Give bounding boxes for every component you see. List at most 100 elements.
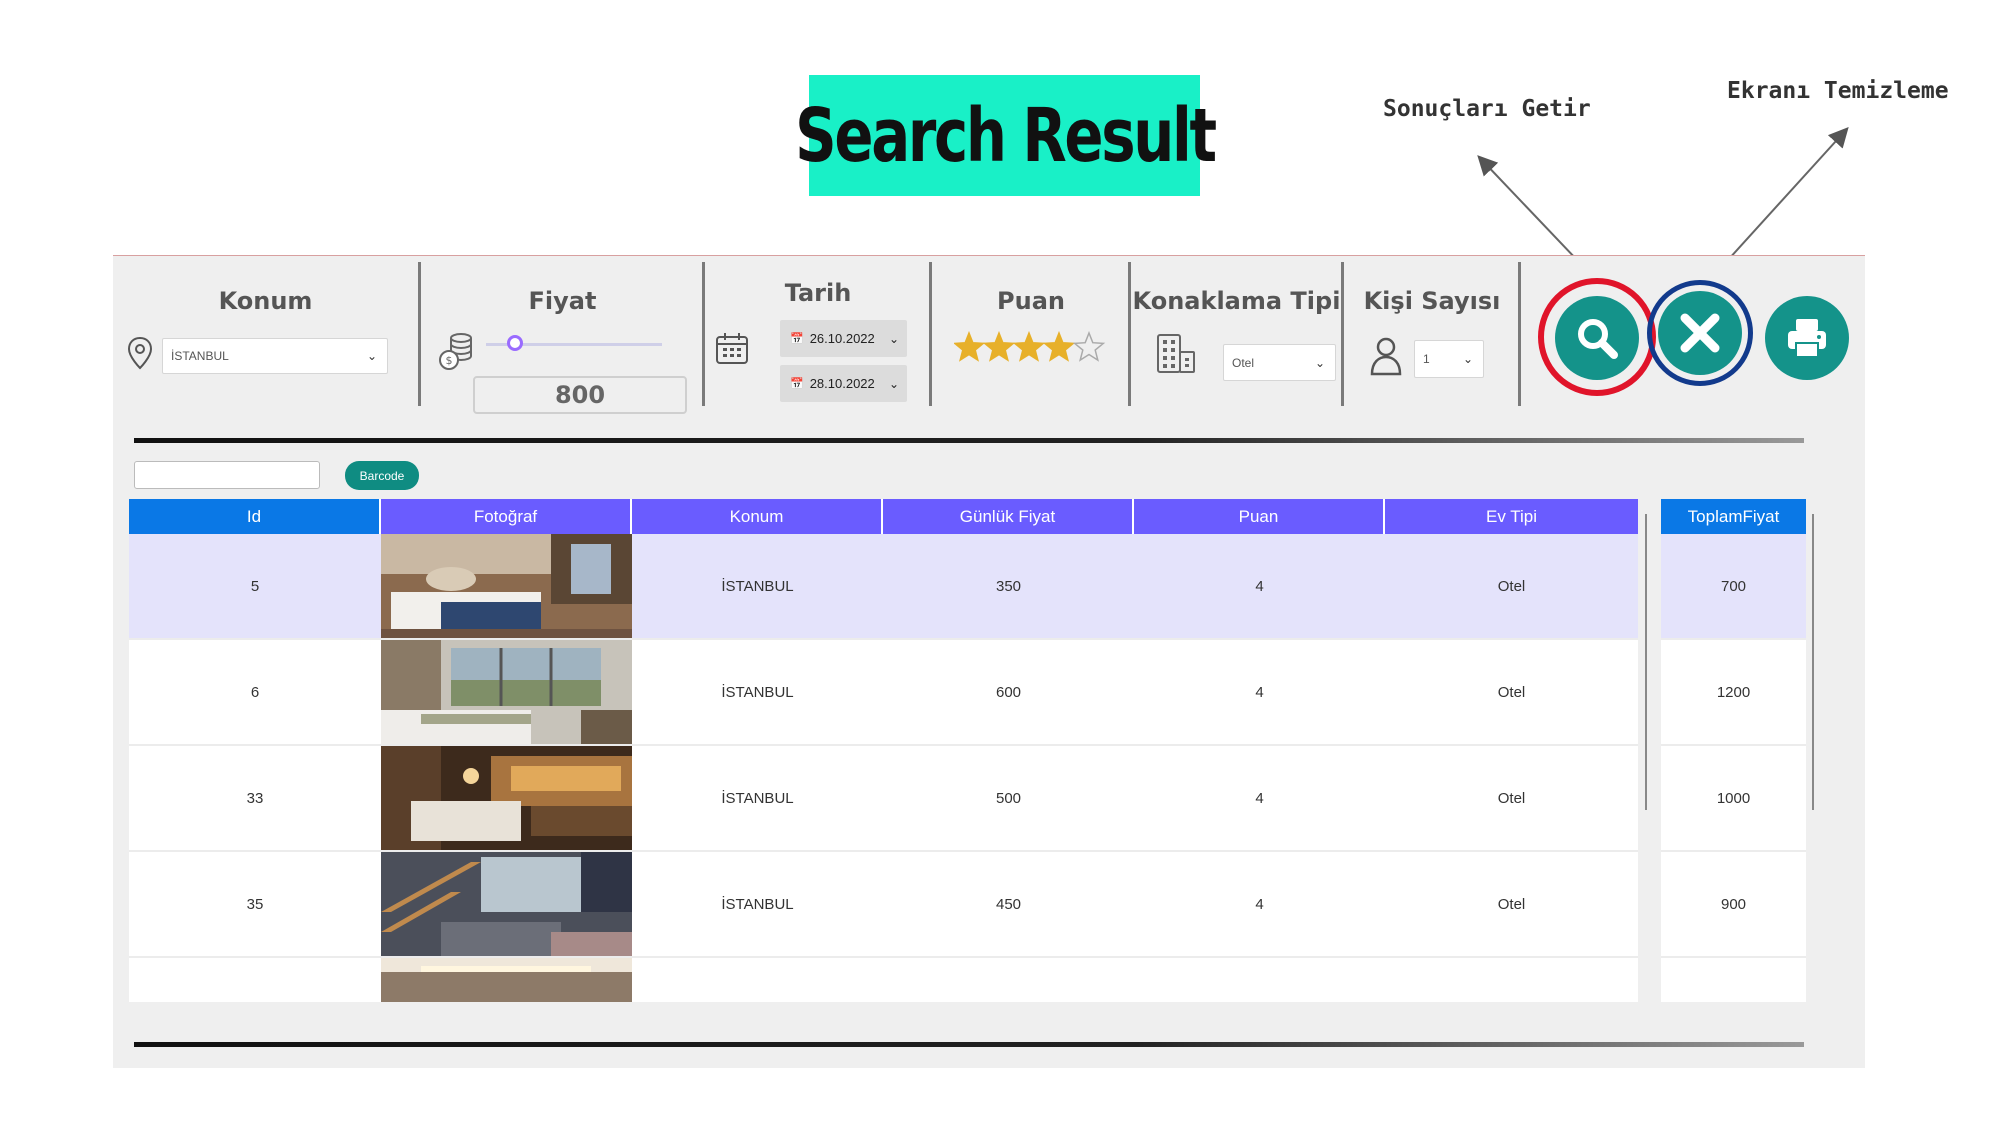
guest-count-value: 1 bbox=[1423, 352, 1430, 366]
end-date-picker[interactable]: 📅 28.10.2022 ⌄ bbox=[780, 365, 907, 402]
filter-rating: Puan bbox=[932, 262, 1130, 406]
cell-type: Otel bbox=[1497, 895, 1526, 913]
location-select[interactable]: İSTANBUL ⌄ bbox=[162, 338, 388, 374]
top-divider bbox=[134, 438, 1804, 443]
cell-location: İSTANBUL bbox=[721, 577, 794, 595]
star-filled-icon[interactable] bbox=[952, 330, 986, 362]
column-header-rating[interactable]: Puan bbox=[1134, 499, 1385, 534]
price-slider-thumb[interactable] bbox=[507, 335, 523, 351]
grid-header: Id Fotoğraf Konum Günlük Fiyat Puan Ev T… bbox=[129, 499, 1638, 534]
cell-id: 33 bbox=[246, 789, 264, 807]
cell-total-price: 700 bbox=[1720, 577, 1747, 595]
chevron-down-icon: ⌄ bbox=[366, 349, 377, 363]
chevron-down-icon: ⌄ bbox=[1462, 352, 1473, 366]
building-icon bbox=[1157, 334, 1195, 373]
grid-scrollbar[interactable] bbox=[1645, 514, 1647, 810]
clear-button[interactable] bbox=[1658, 291, 1742, 375]
cell-location: İSTANBUL bbox=[721, 789, 794, 807]
filter-guest-label: Kişi Sayısı bbox=[1363, 287, 1501, 315]
filter-location: Konum İSTANBUL ⌄ bbox=[113, 262, 418, 406]
hotel-photo bbox=[381, 534, 632, 638]
filter-guest-count: Kişi Sayısı 1 ⌄ bbox=[1344, 262, 1520, 406]
price-value-box[interactable]: 800 bbox=[473, 376, 687, 414]
search-icon bbox=[1578, 319, 1618, 359]
star-filled-icon[interactable] bbox=[1042, 330, 1076, 362]
totals-grid: ToplamFiyat 700 1200 1000 900 bbox=[1661, 499, 1806, 1002]
calendar-icon bbox=[716, 333, 748, 364]
accommodation-type-select[interactable]: Otel ⌄ bbox=[1223, 344, 1336, 381]
totals-row[interactable]: 700 bbox=[1661, 534, 1806, 640]
bottom-divider bbox=[134, 1042, 1804, 1047]
cell-daily-price: 500 bbox=[995, 789, 1022, 807]
table-row[interactable]: 35 İSTANBUL 450 4 Otel bbox=[129, 852, 1638, 958]
printer-icon bbox=[1788, 319, 1826, 358]
coins-icon: $ bbox=[439, 333, 472, 370]
cell-type: Otel bbox=[1497, 683, 1526, 701]
cell-total-price: 1000 bbox=[1716, 789, 1751, 807]
chevron-down-icon: ⌄ bbox=[888, 376, 899, 391]
cell-id: 6 bbox=[250, 683, 260, 701]
column-header-total-price[interactable]: ToplamFiyat bbox=[1661, 499, 1806, 534]
cell-location: İSTANBUL bbox=[721, 895, 794, 913]
hotel-photo bbox=[381, 746, 632, 850]
rating-stars[interactable] bbox=[952, 330, 1114, 365]
search-button[interactable] bbox=[1555, 296, 1639, 380]
column-header-type[interactable]: Ev Tipi bbox=[1385, 499, 1638, 534]
filter-date: Tarih 📅 26.10.2022 ⌄ 📅 28.10.2022 ⌄ bbox=[705, 262, 931, 406]
print-button[interactable] bbox=[1765, 296, 1849, 380]
column-header-photo[interactable]: Fotoğraf bbox=[381, 499, 632, 534]
calendar-small-icon: 📅 bbox=[790, 333, 804, 345]
cell-rating: 4 bbox=[1255, 577, 1264, 595]
table-row[interactable]: 33 İSTANBUL 500 4 Otel bbox=[129, 746, 1638, 852]
cell-rating: 4 bbox=[1255, 683, 1264, 701]
cell-location: İSTANBUL bbox=[721, 683, 794, 701]
totals-row[interactable]: 1000 bbox=[1661, 746, 1806, 852]
filter-accommodation-type: Konaklama Tipi Otel ⌄ bbox=[1131, 262, 1342, 406]
accommodation-type-value: Otel bbox=[1232, 355, 1255, 370]
cell-total-price: 1200 bbox=[1716, 683, 1751, 701]
table-row[interactable]: 6 İSTANBUL 600 4 Otel bbox=[129, 640, 1638, 746]
filter-price-label: Fiyat bbox=[528, 287, 597, 315]
location-pin-icon bbox=[127, 336, 153, 370]
column-header-daily-price[interactable]: Günlük Fiyat bbox=[883, 499, 1134, 534]
filter-price: Fiyat $ 800 bbox=[421, 262, 704, 414]
end-date-value: 28.10.2022 bbox=[809, 376, 875, 391]
table-row[interactable]: 5 İSTANBUL 350 4 Otel bbox=[129, 534, 1638, 640]
cell-rating: 4 bbox=[1255, 789, 1264, 807]
cell-type: Otel bbox=[1497, 789, 1526, 807]
cell-id: 5 bbox=[250, 577, 260, 595]
totals-row[interactable]: 1200 bbox=[1661, 640, 1806, 746]
price-slider[interactable] bbox=[486, 334, 662, 354]
filter-date-label: Tarih bbox=[784, 279, 852, 307]
barcode-button[interactable]: Barcode bbox=[345, 461, 419, 490]
cell-daily-price: 600 bbox=[995, 683, 1022, 701]
star-filled-icon[interactable] bbox=[1012, 330, 1046, 362]
price-value: 800 bbox=[554, 381, 606, 409]
start-date-picker[interactable]: 📅 26.10.2022 ⌄ bbox=[780, 320, 907, 357]
table-row-partial[interactable] bbox=[129, 958, 1638, 1002]
hotel-photo bbox=[381, 852, 632, 956]
search-panel: Konum İSTANBUL ⌄ Fiyat $ 800 Tarih 📅 26.… bbox=[113, 255, 1865, 1068]
star-filled-icon[interactable] bbox=[982, 330, 1016, 362]
filter-accommodation-label: Konaklama Tipi bbox=[1132, 287, 1341, 315]
cell-type: Otel bbox=[1497, 577, 1526, 595]
cell-daily-price: 450 bbox=[995, 895, 1022, 913]
filter-rating-label: Puan bbox=[997, 287, 1065, 315]
close-icon bbox=[1680, 313, 1720, 353]
column-header-location[interactable]: Konum bbox=[632, 499, 883, 534]
calendar-small-icon: 📅 bbox=[790, 378, 804, 390]
cell-daily-price: 350 bbox=[995, 577, 1022, 595]
guest-count-select[interactable]: 1 ⌄ bbox=[1414, 340, 1484, 378]
svg-text:$: $ bbox=[446, 354, 453, 367]
column-header-id[interactable]: Id bbox=[129, 499, 381, 534]
filter-location-label: Konum bbox=[218, 287, 313, 315]
totals-scrollbar[interactable] bbox=[1812, 514, 1814, 810]
star-empty-icon[interactable] bbox=[1072, 330, 1106, 362]
cell-rating: 4 bbox=[1255, 895, 1264, 913]
totals-row[interactable]: 900 bbox=[1661, 852, 1806, 958]
hotel-photo bbox=[381, 640, 632, 744]
results-grid: Id Fotoğraf Konum Günlük Fiyat Puan Ev T… bbox=[129, 499, 1638, 1002]
cell-total-price: 900 bbox=[1720, 895, 1747, 913]
start-date-value: 26.10.2022 bbox=[809, 331, 875, 346]
barcode-input[interactable] bbox=[134, 461, 320, 489]
